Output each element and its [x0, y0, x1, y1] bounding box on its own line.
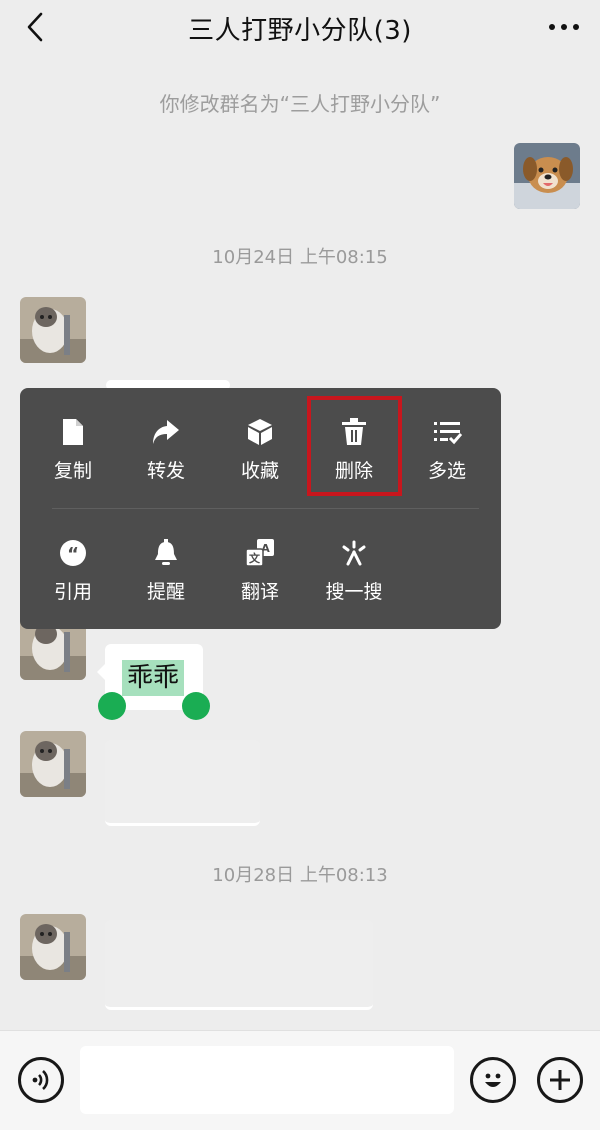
contact-avatar[interactable] [20, 731, 86, 797]
menu-item-label: 翻译 [240, 581, 279, 603]
voice-input-button[interactable] [18, 1057, 64, 1103]
menu-item-label: 收藏 [240, 460, 279, 482]
menu-item-remind[interactable]: 提醒 [121, 535, 211, 615]
selection-handle-right[interactable] [182, 692, 210, 720]
favorite-icon [215, 414, 305, 450]
more-dot-icon [549, 24, 555, 30]
delete-highlight-box [307, 396, 402, 496]
quote-icon: “ [28, 535, 118, 571]
menu-item-label: 转发 [146, 460, 185, 482]
menu-item-favorite[interactable]: 收藏 [215, 414, 305, 494]
timestamp: 10月28日 上午08:13 [212, 865, 388, 886]
cat-avatar-icon [20, 297, 86, 363]
forward-icon [121, 414, 211, 450]
timestamp: 10月24日 上午08:15 [212, 247, 388, 268]
more-options-button[interactable] [544, 10, 584, 44]
menu-item-label: 多选 [427, 460, 466, 482]
contact-avatar[interactable] [20, 297, 86, 363]
menu-item-label: 复制 [53, 460, 92, 482]
message-input[interactable] [80, 1046, 454, 1114]
voice-icon [32, 1070, 49, 1090]
more-functions-button[interactable] [537, 1057, 583, 1103]
svg-text:文: 文 [249, 551, 261, 565]
selected-message-text[interactable]: 乖乖 [122, 660, 184, 696]
bell-icon [121, 535, 211, 571]
menu-item-translate[interactable]: A文 翻译 [215, 535, 305, 615]
emoji-icon [485, 1073, 501, 1087]
selection-handle-left[interactable] [98, 692, 126, 720]
system-notice: 你修改群名为“三人打野小分队” [159, 92, 441, 116]
menu-item-label: 引用 [53, 581, 92, 603]
menu-divider [52, 508, 479, 509]
more-dot-icon [573, 24, 579, 30]
menu-item-forward[interactable]: 转发 [121, 414, 211, 494]
translate-icon: A文 [215, 535, 305, 571]
menu-item-label: 提醒 [146, 581, 185, 603]
menu-item-label: 搜一搜 [325, 581, 383, 603]
cat-avatar-icon [20, 914, 86, 980]
dog-avatar-icon [514, 143, 580, 209]
chat-title: 三人打野小分队(3) [188, 16, 412, 46]
menu-item-search[interactable]: 搜一搜 [309, 535, 399, 615]
menu-item-quote[interactable]: “ 引用 [28, 535, 118, 615]
menu-item-multiselect[interactable]: 多选 [402, 414, 492, 494]
search-spark-icon [309, 535, 399, 571]
contact-avatar[interactable] [20, 914, 86, 980]
copy-icon [28, 414, 118, 450]
input-bar [0, 1030, 600, 1130]
my-avatar[interactable] [514, 143, 580, 209]
cat-avatar-icon [20, 731, 86, 797]
bubble-tail [97, 664, 105, 680]
emoji-button[interactable] [470, 1057, 516, 1103]
menu-item-copy[interactable]: 复制 [28, 414, 118, 494]
message-bubble[interactable] [105, 740, 260, 826]
svg-text:“: “ [67, 544, 79, 565]
plus-icon [550, 1070, 570, 1090]
chat-header: 三人打野小分队(3) [0, 0, 600, 54]
message-bubble[interactable] [105, 920, 373, 1010]
more-dot-icon [561, 24, 567, 30]
multi-select-icon [402, 414, 492, 450]
